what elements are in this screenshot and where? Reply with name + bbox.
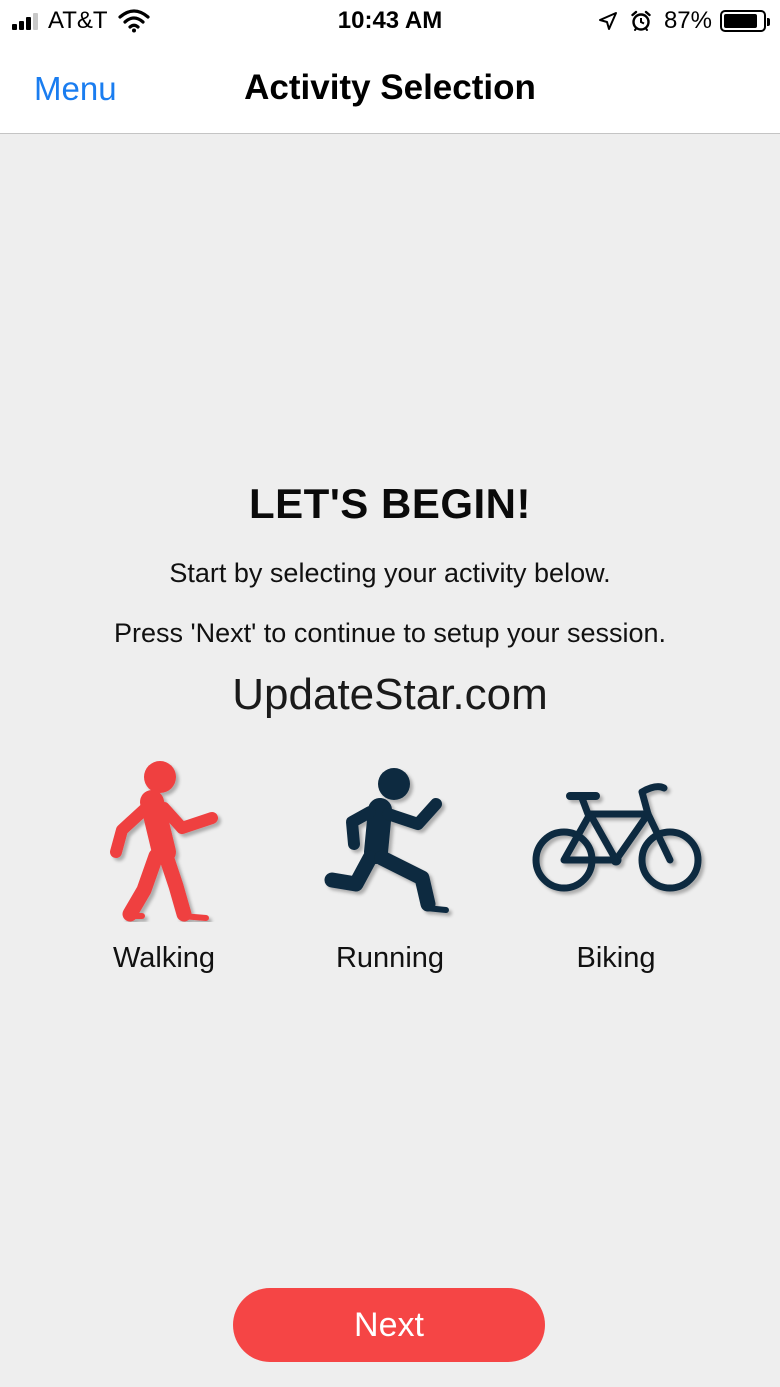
page-title: Activity Selection [244,68,536,107]
watermark-text: UpdateStar.com [232,670,548,719]
navigation-bar: Activity Selection Menu [0,44,780,134]
battery-fill [724,14,758,28]
walking-person-icon [110,761,218,922]
activity-label-biking: Biking [576,942,656,974]
activity-label-walking: Walking [112,942,216,974]
next-button[interactable]: Next [233,1288,545,1362]
activity-option-walking[interactable]: Walking [64,752,264,992]
status-bar: AT&T 10:43 AM 87% [0,0,780,44]
location-arrow-icon [598,12,617,30]
bicycle-icon [532,783,702,892]
battery-tip [767,18,770,26]
headline: LET'S BEGIN! [249,480,531,527]
activity-option-biking[interactable]: Biking [516,752,716,992]
battery-percent: 87% [663,7,712,34]
instruction-line-2: Press 'Next' to continue to setup your s… [113,618,667,648]
running-person-icon [324,768,449,913]
alarm-icon [631,10,651,31]
battery-icon [720,10,770,32]
status-bar-right: 87% [598,6,770,36]
menu-button[interactable]: Menu [34,70,117,108]
instruction-line-1: Start by selecting your activity below. [169,558,611,588]
activity-label-running: Running [335,942,445,974]
activity-option-running[interactable]: Running [290,752,490,992]
